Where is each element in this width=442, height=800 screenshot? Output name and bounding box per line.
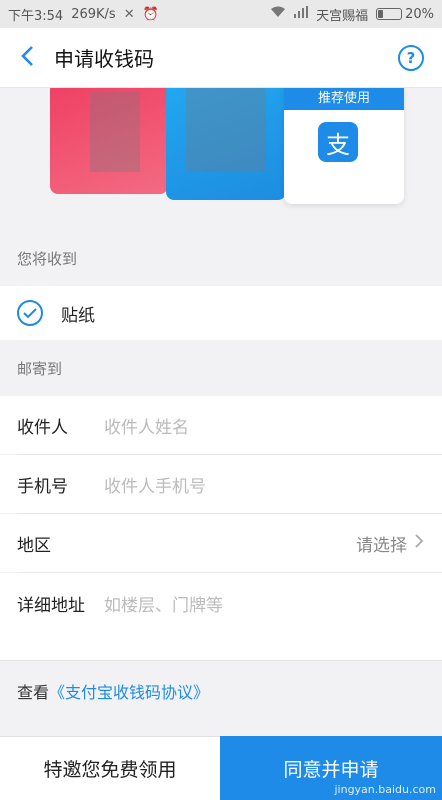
address-label: 详细地址 <box>17 596 85 616</box>
sticker-banner: 推荐使用 支 <box>0 88 442 230</box>
nav-bar: 申请收钱码 ? <box>0 28 442 88</box>
phone-input[interactable]: 收件人手机号 <box>104 472 206 497</box>
phone-label: 手机号 <box>17 476 68 497</box>
battery-indicator: 20% <box>376 7 434 22</box>
mosaic-blur <box>186 88 266 172</box>
alipay-logo-icon: 支 <box>318 122 358 162</box>
battery-percent: 20% <box>405 6 434 22</box>
status-carrier: 天宫赐福 <box>316 8 369 24</box>
region-value: 请选择 <box>356 535 407 556</box>
agreement-prefix: 查看 <box>17 682 50 702</box>
mute-icon: ✕ <box>123 6 135 22</box>
receive-section-label: 您将收到 <box>0 230 442 286</box>
status-speed: 269K/s <box>71 6 116 22</box>
page-title: 申请收钱码 <box>54 47 154 71</box>
mail-section-label: 邮寄到 <box>0 340 442 396</box>
recipient-name-input[interactable]: 收件人姓名 <box>104 413 189 438</box>
chevron-right-icon <box>415 533 424 553</box>
status-bar: 下午3:54 269K/s ✕ ⏰ 天宫赐福 20% <box>0 0 442 28</box>
chevron-left-icon <box>20 45 34 71</box>
agreement-link[interactable]: 《支付宝收钱码协议》 <box>49 679 209 703</box>
sticker-option-label: 贴纸 <box>61 305 95 326</box>
white-sticker-card: 推荐使用 支 <box>284 88 404 204</box>
signal-icon <box>294 6 309 22</box>
region-select[interactable]: 请选择 <box>356 531 442 556</box>
region-label: 地区 <box>17 535 51 556</box>
back-button[interactable] <box>0 28 54 88</box>
watermark: jingyan.baidu.com <box>334 783 436 796</box>
mosaic-blur <box>90 92 140 172</box>
invite-label: 特邀您免费领用 <box>0 736 220 800</box>
wifi-icon <box>270 6 286 22</box>
red-sticker-card <box>50 88 168 194</box>
checkmark-icon[interactable] <box>17 300 43 326</box>
address-input[interactable]: 如楼层、门牌等 <box>104 591 223 616</box>
blue-sticker-card <box>166 88 286 200</box>
agree-apply-label: 同意并申请 <box>283 758 379 781</box>
sticker-option-row[interactable]: 贴纸 <box>0 286 442 340</box>
recipient-row: 收件人 收件人姓名 <box>0 396 442 454</box>
battery-icon <box>376 8 403 20</box>
phone-row: 手机号 收件人手机号 <box>0 455 442 513</box>
status-time: 下午3:54 <box>8 8 64 24</box>
alarm-icon: ⏰ <box>142 6 159 22</box>
region-row[interactable]: 地区 请选择 <box>0 514 442 572</box>
recommend-label: 推荐使用 <box>284 88 404 110</box>
bottom-bar: 特邀您免费领用 同意并申请 jingyan.baidu.com <box>0 736 442 800</box>
help-button[interactable]: ? <box>398 45 424 71</box>
recipient-label: 收件人 <box>17 417 68 438</box>
question-circle-icon: ? <box>406 49 416 67</box>
agreement-row: 查看 《支付宝收钱码协议》 <box>0 660 442 720</box>
address-row: 详细地址 如楼层、门牌等 <box>0 573 442 660</box>
